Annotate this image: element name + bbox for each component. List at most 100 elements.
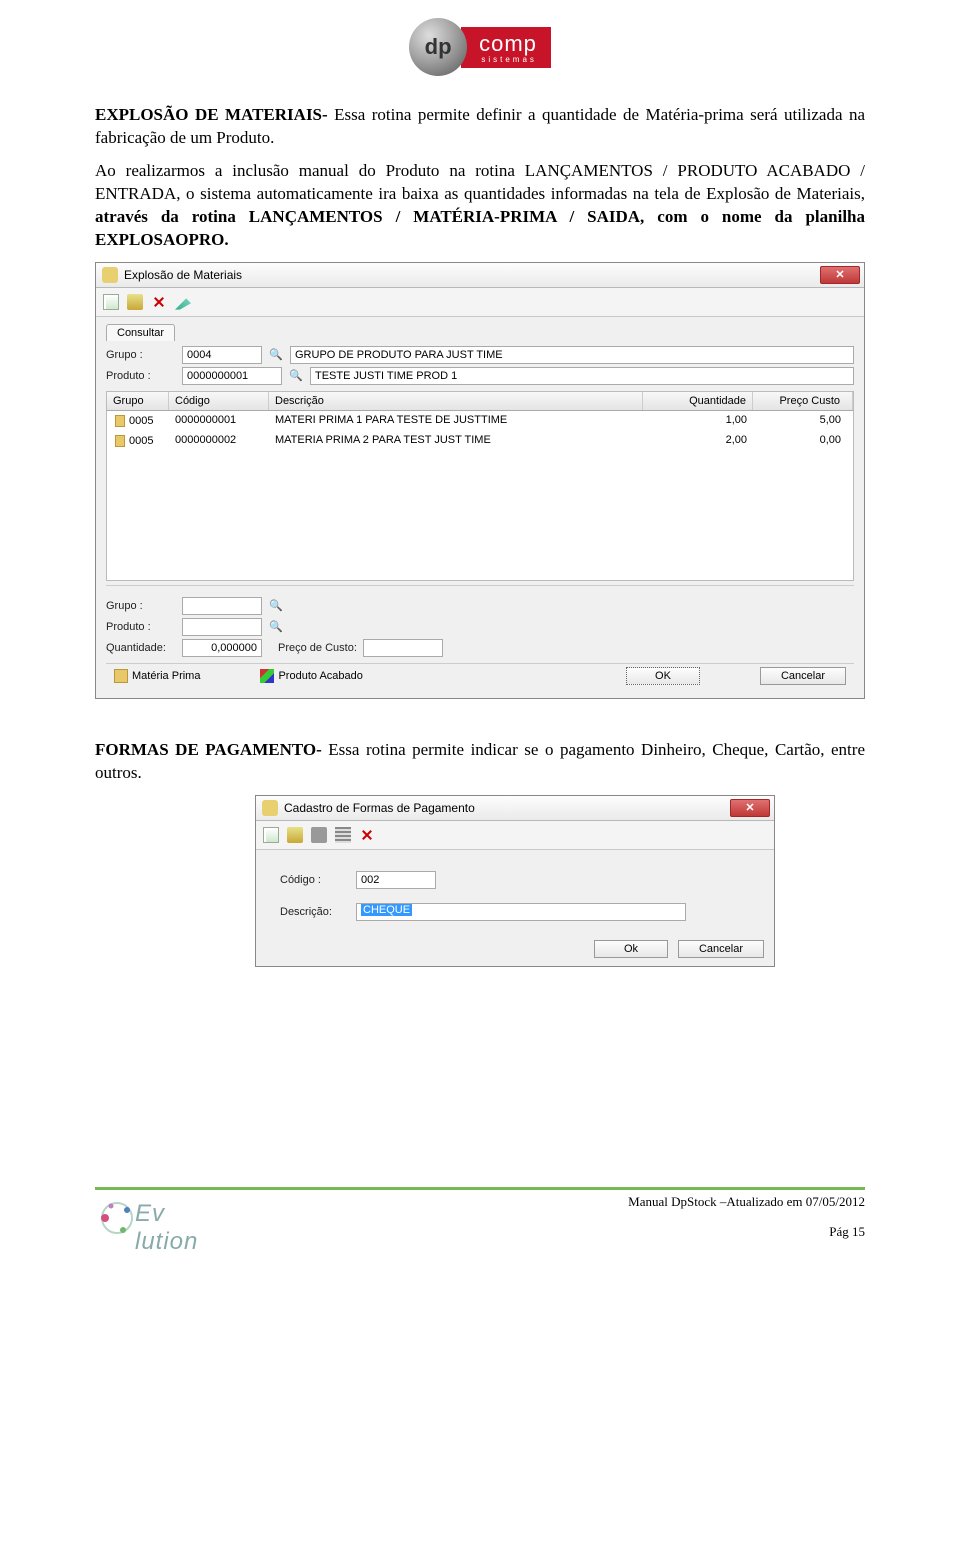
print-button[interactable] <box>308 824 330 846</box>
grupo-desc-input[interactable] <box>290 346 854 364</box>
tab-bar: Consultar <box>106 323 854 340</box>
label-quantidade: Quantidade: <box>106 642 176 654</box>
grupo-code-input[interactable] <box>182 346 262 364</box>
para2-bold: através da rotina LANÇAMENTOS / MATÉRIA-… <box>95 207 865 249</box>
paragraph-2: Ao realizarmos a inclusão manual do Prod… <box>95 160 865 252</box>
produto-desc-input[interactable] <box>310 367 854 385</box>
print-icon <box>311 827 327 843</box>
cancel-button[interactable]: Cancelar <box>678 940 764 958</box>
cell-grupo: 0005 <box>129 415 153 427</box>
col-quantidade[interactable]: Quantidade <box>643 392 753 410</box>
delete-button[interactable] <box>356 824 378 846</box>
preco-input[interactable] <box>363 639 443 657</box>
produto2-input[interactable] <box>182 618 262 636</box>
search-icon[interactable]: 🔍 <box>268 598 284 614</box>
produto-code-input[interactable] <box>182 367 282 385</box>
logo-red-box: comp sistemas <box>461 27 551 68</box>
window-explosao-materiais: Explosão de Materiais ✕ Consultar Grupo … <box>95 262 865 699</box>
footer-line1: Manual DpStock –Atualizado em 07/05/2012 <box>628 1194 865 1210</box>
grupo2-input[interactable] <box>182 597 262 615</box>
close-button[interactable]: ✕ <box>820 266 860 284</box>
footer-page: Pág 15 <box>628 1224 865 1240</box>
col-preco[interactable]: Preço Custo <box>753 392 853 410</box>
edit-button[interactable] <box>172 291 194 313</box>
lower-form: Grupo : 🔍 Produto : 🔍 Quantidade: Preço … <box>106 585 854 657</box>
cancel-button[interactable]: Cancelar <box>760 667 846 685</box>
descricao-input[interactable]: CHEQUE <box>356 903 686 921</box>
label-grupo2: Grupo : <box>106 600 176 612</box>
delete-icon <box>359 827 375 843</box>
label-grupo: Grupo : <box>106 349 176 361</box>
label-produto2: Produto : <box>106 621 176 633</box>
legend-bar: Matéria Prima Produto Acabado OK Cancela… <box>106 663 854 688</box>
close-button[interactable]: ✕ <box>730 799 770 817</box>
folder-icon <box>127 294 143 310</box>
legend-mp-text: Matéria Prima <box>132 670 200 682</box>
tab-consultar[interactable]: Consultar <box>106 324 175 341</box>
paragraph-1: EXPLOSÃO DE MATERIAIS- Essa rotina permi… <box>95 104 865 150</box>
edit-icon <box>175 294 191 310</box>
col-codigo[interactable]: Código <box>169 392 269 410</box>
cell-descricao: MATERIA PRIMA 2 PARA TEST JUST TIME <box>269 433 643 449</box>
table-row[interactable]: 0005 0000000001 MATERI PRIMA 1 PARA TEST… <box>107 411 853 431</box>
cell-grupo: 0005 <box>129 435 153 447</box>
search-icon[interactable]: 🔍 <box>268 347 284 363</box>
cell-quantidade: 2,00 <box>643 433 753 449</box>
evolution-logo: Ev lution <box>95 1192 225 1240</box>
grid-body[interactable]: 0005 0000000001 MATERI PRIMA 1 PARA TEST… <box>106 411 854 581</box>
col-grupo[interactable]: Grupo <box>107 392 169 410</box>
cell-quantidade: 1,00 <box>643 413 753 429</box>
window-title: Cadastro de Formas de Pagamento <box>284 801 475 815</box>
grid-button[interactable] <box>332 824 354 846</box>
delete-button[interactable] <box>148 291 170 313</box>
para3-title: FORMAS DE PAGAMENTO- <box>95 740 322 759</box>
table-row[interactable]: 0005 0000000002 MATERIA PRIMA 2 PARA TES… <box>107 431 853 451</box>
ok-button[interactable]: Ok <box>594 940 668 958</box>
logo-text: comp <box>479 31 537 56</box>
legend-materia-prima: Matéria Prima <box>114 669 200 683</box>
search-icon[interactable]: 🔍 <box>288 368 304 384</box>
quantidade-input[interactable] <box>182 639 262 657</box>
col-descricao[interactable]: Descrição <box>269 392 643 410</box>
ok-button[interactable]: OK <box>626 667 700 685</box>
para2-lead: Ao realizarmos a inclusão manual do Prod… <box>95 161 865 203</box>
swirl-icon <box>95 1198 139 1238</box>
label-produto: Produto : <box>106 370 176 382</box>
window-title: Explosão de Materiais <box>124 268 242 282</box>
open-button[interactable] <box>124 291 146 313</box>
new-icon <box>263 827 279 843</box>
descricao-value: CHEQUE <box>361 904 412 916</box>
search-icon[interactable]: 🔍 <box>268 619 284 635</box>
title-bar: Explosão de Materiais ✕ <box>96 263 864 288</box>
page-header: dp comp sistemas <box>95 0 865 104</box>
new-button[interactable] <box>100 291 122 313</box>
materia-prima-icon <box>113 414 127 428</box>
label-preco: Preço de Custo: <box>278 642 357 654</box>
label-codigo: Código : <box>280 874 350 886</box>
open-button[interactable] <box>284 824 306 846</box>
grid-icon <box>335 827 351 843</box>
app-icon <box>102 267 118 283</box>
app-icon <box>262 800 278 816</box>
footer-right: Manual DpStock –Atualizado em 07/05/2012… <box>628 1194 865 1240</box>
cell-preco: 0,00 <box>753 433 853 449</box>
window-formas-pagamento: Cadastro de Formas de Pagamento ✕ Código… <box>255 795 775 967</box>
grid-header: Grupo Código Descrição Quantidade Preço … <box>106 391 854 411</box>
evolution-text: Ev lution <box>135 1200 225 1256</box>
page-footer: Ev lution Manual DpStock –Atualizado em … <box>95 1187 865 1260</box>
legend-produto-acabado: Produto Acabado <box>260 669 362 683</box>
cell-codigo: 0000000002 <box>169 433 269 449</box>
logo-subtext: sistemas <box>479 55 537 64</box>
folder-icon <box>287 827 303 843</box>
toolbar <box>96 288 864 317</box>
new-button[interactable] <box>260 824 282 846</box>
paragraph-3: FORMAS DE PAGAMENTO- Essa rotina permite… <box>95 739 865 785</box>
dpcomp-logo: dp comp sistemas <box>409 18 551 76</box>
materia-prima-icon <box>113 434 127 448</box>
codigo-input[interactable] <box>356 871 436 889</box>
logo-sphere: dp <box>409 18 467 76</box>
title-bar: Cadastro de Formas de Pagamento ✕ <box>256 796 774 821</box>
button-row: Ok Cancelar <box>256 934 774 966</box>
legend-pa-text: Produto Acabado <box>278 670 362 682</box>
cell-descricao: MATERI PRIMA 1 PARA TESTE DE JUSTTIME <box>269 413 643 429</box>
